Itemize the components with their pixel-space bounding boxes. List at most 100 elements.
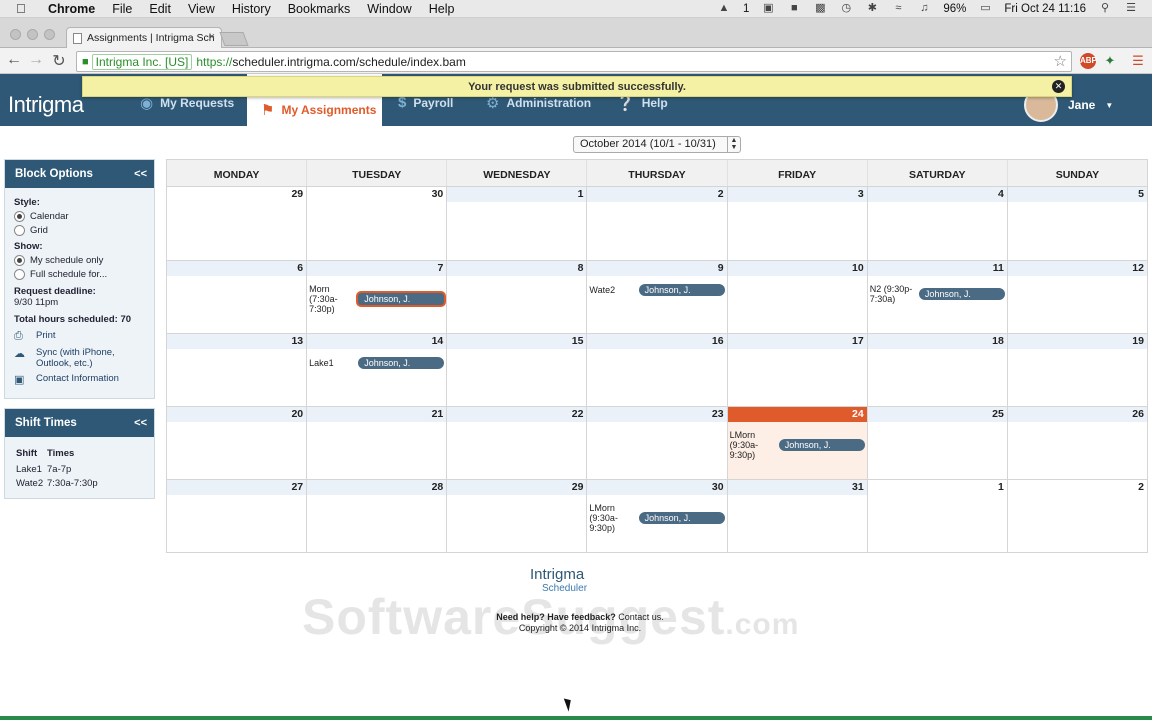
calendar-day[interactable]: 25: [866, 407, 1007, 479]
shift-assignment[interactable]: N2 (9:30p-7:30a) Johnson, J.: [870, 284, 1005, 304]
menu-help[interactable]: Help: [429, 2, 455, 16]
calendar-day[interactable]: 30: [306, 187, 447, 260]
record-icon[interactable]: ■: [787, 3, 801, 14]
window-minimize-button[interactable]: [27, 29, 38, 40]
calendar-day[interactable]: 15: [446, 334, 587, 406]
tab-close-icon[interactable]: ×: [209, 31, 215, 43]
calendar-day[interactable]: 29: [167, 187, 307, 260]
dropbox-icon[interactable]: ▣: [761, 3, 775, 14]
month-select[interactable]: October 2014 (10/1 - 10/31) ▲ ▼: [573, 136, 741, 153]
reload-icon[interactable]: ↻: [50, 51, 68, 71]
menu-window[interactable]: Window: [367, 2, 411, 16]
collapse-icon[interactable]: <<: [134, 168, 147, 180]
calendar-day[interactable]: 18: [866, 334, 1007, 406]
address-bar[interactable]: ■ Intrigma Inc. [US] https:// scheduler.…: [76, 51, 1072, 72]
calendar-day[interactable]: 17: [726, 334, 867, 406]
shift-assignment[interactable]: LMorn (9:30a-9:30p) Johnson, J.: [589, 503, 725, 533]
time-machine-icon[interactable]: ◷: [839, 3, 853, 14]
extension-icon[interactable]: ✦: [1102, 53, 1118, 69]
calendar-day[interactable]: 22: [446, 407, 587, 479]
assignee-badge[interactable]: Johnson, J.: [638, 512, 725, 524]
calendar-day[interactable]: 13: [167, 334, 307, 406]
close-icon[interactable]: ✕: [1052, 80, 1065, 93]
bluetooth-icon[interactable]: ✱: [865, 3, 879, 14]
window-zoom-button[interactable]: [44, 29, 55, 40]
calendar-day[interactable]: 26: [1006, 407, 1147, 479]
calendar-day[interactable]: 9 Wate2 Johnson, J.: [586, 261, 727, 333]
browser-tab[interactable]: Assignments | Intrigma Sch ×: [66, 27, 222, 49]
notification-icon[interactable]: ▲: [717, 3, 731, 14]
assignee-badge[interactable]: Johnson, J.: [358, 293, 445, 305]
intrigma-logo[interactable]: Intrigma: [8, 92, 84, 118]
assignee-badge[interactable]: Johnson, J.: [918, 288, 1005, 300]
chrome-menu-icon[interactable]: ☰: [1130, 53, 1146, 69]
style-calendar-radio[interactable]: Calendar: [14, 211, 145, 222]
contact-us-link[interactable]: Contact us.: [618, 612, 664, 622]
volume-icon[interactable]: ♫: [917, 3, 931, 14]
menu-bookmarks[interactable]: Bookmarks: [288, 2, 351, 16]
radio-button[interactable]: [14, 255, 25, 266]
spotlight-icon[interactable]: ⚲: [1098, 3, 1112, 14]
calendar-day[interactable]: 14 Lake1 Johnson, J.: [306, 334, 447, 406]
bookmark-star-icon[interactable]: ☆: [1054, 52, 1067, 70]
assignee-badge[interactable]: Johnson, J.: [778, 439, 865, 451]
shift-assignment[interactable]: Morn (7:30a-7:30p) Johnson, J.: [309, 284, 445, 314]
contact-link[interactable]: ▣ Contact Information: [14, 373, 145, 386]
shift-assignment[interactable]: Lake1 Johnson, J.: [309, 357, 445, 369]
shift-assignment[interactable]: LMorn (9:30a-9:30p) Johnson, J.: [730, 430, 865, 460]
calendar-day[interactable]: 3: [726, 187, 867, 260]
sync-link[interactable]: ☁ Sync (with iPhone, Outlook, etc.): [14, 347, 145, 369]
calendar-day[interactable]: 27: [167, 480, 307, 552]
radio-button[interactable]: [14, 211, 25, 222]
calendar-day-today[interactable]: 24 LMorn (9:30a-9:30p) Johnson, J.: [726, 407, 867, 479]
calendar-day[interactable]: 20: [167, 407, 307, 479]
style-grid-radio[interactable]: Grid: [14, 225, 145, 236]
calendar-day[interactable]: 16: [586, 334, 727, 406]
collapse-icon[interactable]: <<: [134, 417, 147, 429]
radio-button[interactable]: [14, 225, 25, 236]
menu-chrome[interactable]: Chrome: [48, 2, 95, 16]
calendar-day[interactable]: 23: [586, 407, 727, 479]
calendar-day[interactable]: 12: [1006, 261, 1147, 333]
adblock-icon[interactable]: ABP: [1080, 53, 1097, 69]
notification-center-icon[interactable]: ☰: [1124, 3, 1138, 14]
calendar-day[interactable]: 28: [306, 480, 447, 552]
show-mine-radio[interactable]: My schedule only: [14, 255, 145, 266]
show-full-radio[interactable]: Full schedule for...: [14, 269, 145, 280]
calendar-day[interactable]: 31: [726, 480, 867, 552]
menu-history[interactable]: History: [232, 2, 271, 16]
calendar-day[interactable]: 6: [167, 261, 307, 333]
calendar-day[interactable]: 7 Morn (7:30a-7:30p) Johnson, J.: [306, 261, 447, 333]
calendar-day[interactable]: 1: [866, 480, 1007, 552]
battery-icon[interactable]: ▭: [978, 3, 992, 14]
assignee-badge[interactable]: Johnson, J.: [358, 357, 445, 369]
print-link[interactable]: ⎙ Print: [14, 330, 145, 343]
calendar-day[interactable]: 2: [586, 187, 727, 260]
calendar-day[interactable]: 8: [446, 261, 587, 333]
window-close-button[interactable]: [10, 29, 21, 40]
calendar-day[interactable]: 5: [1006, 187, 1147, 260]
wifi-icon[interactable]: ≈: [891, 3, 905, 14]
calendar-day[interactable]: 30 LMorn (9:30a-9:30p) Johnson, J.: [586, 480, 727, 552]
calendar-day[interactable]: 19: [1006, 334, 1147, 406]
clock[interactable]: Fri Oct 24 11:16: [1004, 3, 1086, 15]
menu-file[interactable]: File: [112, 2, 132, 16]
calendar-day[interactable]: 21: [306, 407, 447, 479]
menu-edit[interactable]: Edit: [149, 2, 171, 16]
forward-arrow-icon[interactable]: →: [27, 51, 45, 69]
radio-button[interactable]: [14, 269, 25, 280]
assignee-badge[interactable]: Johnson, J.: [638, 284, 725, 296]
calendar-day[interactable]: 10: [726, 261, 867, 333]
ev-certificate-org[interactable]: Intrigma Inc. [US]: [91, 53, 193, 70]
shift-assignment[interactable]: Wate2 Johnson, J.: [589, 284, 725, 296]
calendar-day[interactable]: 11 N2 (9:30p-7:30a) Johnson, J.: [866, 261, 1007, 333]
display-icon[interactable]: ▩: [813, 3, 827, 14]
apple-icon[interactable]: : [16, 1, 36, 16]
calendar-day[interactable]: 2: [1006, 480, 1147, 552]
calendar-day[interactable]: 29: [446, 480, 587, 552]
menu-view[interactable]: View: [188, 2, 215, 16]
new-tab-button[interactable]: [219, 32, 249, 46]
calendar-day[interactable]: 4: [866, 187, 1007, 260]
back-arrow-icon[interactable]: ←: [5, 51, 23, 69]
calendar-day[interactable]: 1: [446, 187, 587, 260]
